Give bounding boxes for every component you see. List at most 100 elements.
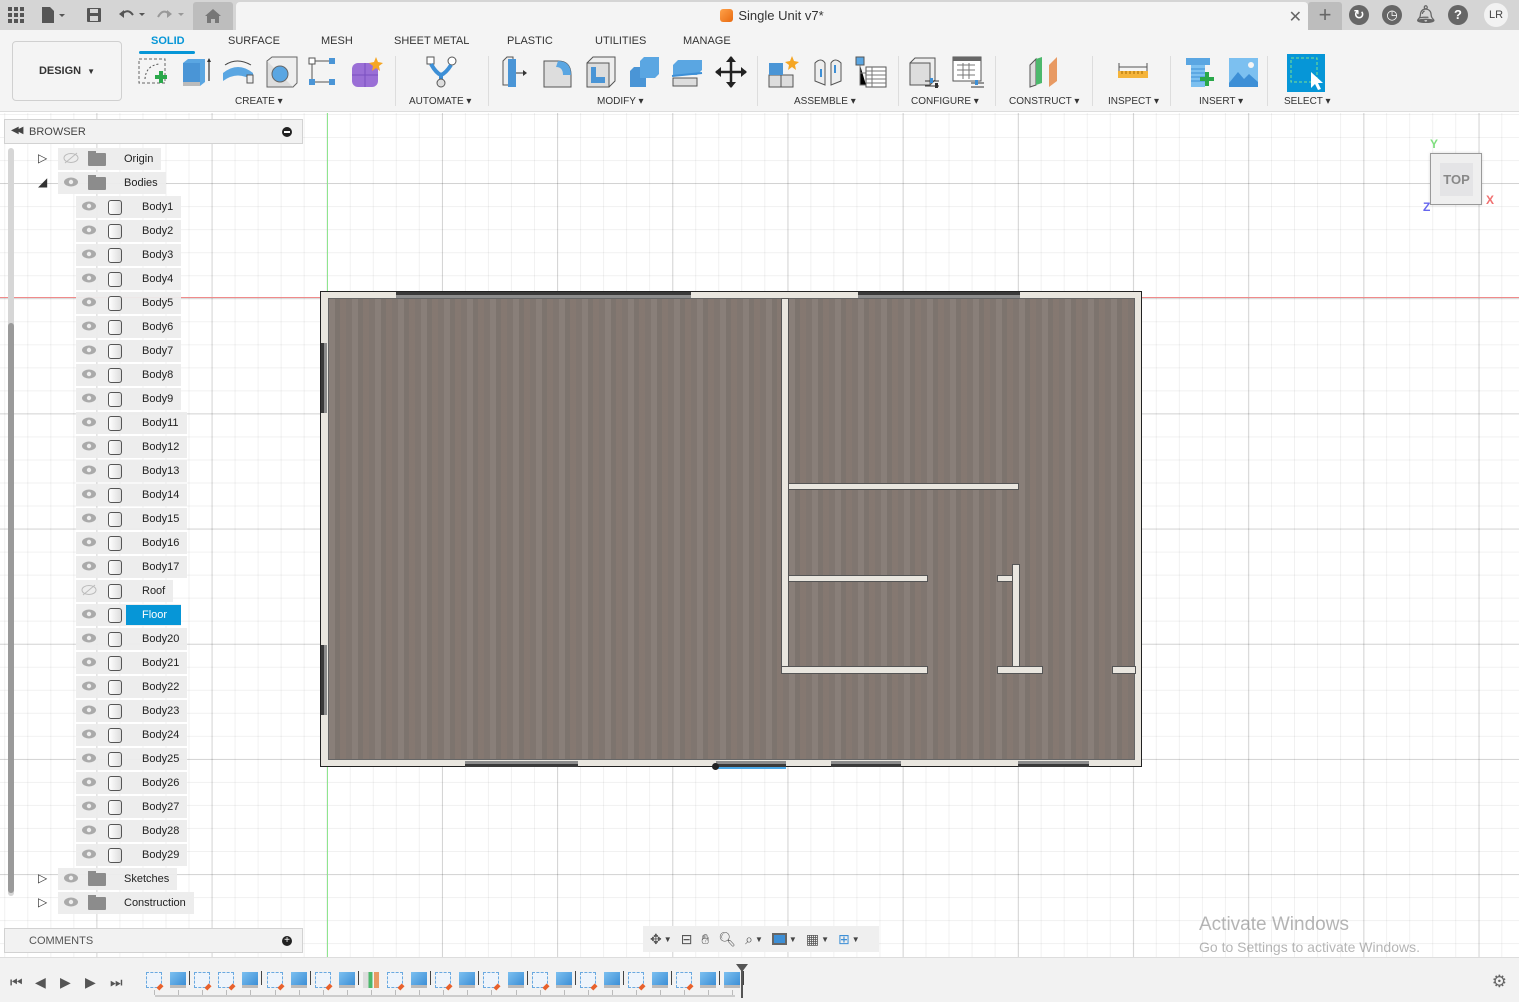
browser-body-body12[interactable]: Body12 [76, 436, 188, 458]
workspace-switcher[interactable]: DESIGN ▼ [12, 41, 122, 101]
scrollbar-thumb[interactable] [8, 323, 14, 893]
visibility-eye-icon[interactable] [80, 825, 98, 838]
extrude-icon[interactable] [180, 55, 214, 89]
save-button[interactable] [86, 4, 102, 26]
timeline-feature-sketch[interactable] [579, 972, 596, 988]
visibility-eye-icon[interactable] [80, 249, 98, 262]
step-back-button[interactable]: ◀︎ [35, 974, 46, 991]
floor-plan-model[interactable] [320, 291, 1142, 769]
pattern-icon[interactable] [306, 55, 340, 89]
timeline-feature-sketch[interactable] [387, 972, 403, 988]
automate-icon[interactable] [424, 55, 458, 89]
select-button[interactable] [1287, 54, 1325, 92]
browser-body-body29[interactable]: Body29 [76, 844, 188, 866]
browser-folder-origin[interactable]: Origin [58, 148, 162, 170]
joint-icon[interactable] [811, 55, 845, 89]
tab-solid[interactable]: SOLID [151, 35, 185, 47]
visibility-eye-icon[interactable] [80, 729, 98, 742]
bill-of-materials-icon[interactable] [854, 55, 888, 89]
visibility-eye-icon[interactable] [80, 657, 98, 670]
inspect-menu[interactable]: INSPECT ▾ [1108, 96, 1159, 107]
visibility-eye-icon[interactable] [80, 801, 98, 814]
new-tab-button[interactable]: + [1308, 2, 1342, 30]
browser-body-body1[interactable]: Body1 [76, 196, 182, 218]
window-top-2[interactable] [858, 292, 1020, 298]
window-bottom-2[interactable] [716, 761, 786, 769]
browser-body-body24[interactable]: Body24 [76, 724, 188, 746]
viewcube-face-top[interactable]: TOP [1440, 163, 1473, 196]
grid-settings-button[interactable]: ▦ ▼ [803, 929, 832, 949]
fit-button[interactable]: ⌕ ▼ [742, 929, 766, 949]
go-to-start-button[interactable]: ⏮︎ [10, 974, 23, 991]
browser-folder-construction[interactable]: Construction [58, 892, 194, 914]
timeline-feature-sketch[interactable] [218, 972, 235, 988]
expand-arrow-icon[interactable]: ▷ [38, 871, 47, 885]
hidden-eye-icon[interactable] [62, 152, 80, 167]
browser-folder-sketches[interactable]: Sketches [58, 868, 178, 890]
modify-menu[interactable]: MODIFY ▾ [597, 96, 644, 107]
construct-menu[interactable]: CONSTRUCT ▾ [1009, 96, 1079, 107]
visibility-eye-icon[interactable] [80, 297, 98, 310]
expand-arrow-icon[interactable]: ▷ [38, 895, 47, 909]
visibility-eye-icon[interactable] [80, 705, 98, 718]
browser-body-body26[interactable]: Body26 [76, 772, 188, 794]
window-bottom-3[interactable] [831, 761, 901, 767]
visibility-eye-icon[interactable] [80, 321, 98, 334]
viewcube[interactable]: TOP [1430, 153, 1482, 205]
insert-canvas-icon[interactable] [1227, 55, 1261, 89]
configuration-table-icon[interactable] [951, 55, 985, 89]
timeline-feature-extrude[interactable] [459, 971, 480, 988]
timeline-feature-sketch[interactable] [628, 972, 644, 988]
fillet-icon[interactable] [541, 55, 575, 89]
undo-button[interactable] [118, 4, 148, 26]
create-form-icon[interactable] [350, 55, 384, 89]
configure-menu[interactable]: CONFIGURE ▾ [911, 96, 979, 107]
browser-body-body2[interactable]: Body2 [76, 220, 182, 242]
browser-body-body8[interactable]: Body8 [76, 364, 182, 386]
visibility-eye-icon[interactable] [80, 681, 98, 694]
timeline-feature-sketch[interactable] [435, 972, 452, 988]
minimize-browser-icon[interactable] [282, 127, 292, 137]
sketch-point[interactable] [712, 763, 719, 770]
collapse-arrow-icon[interactable]: ◢ [38, 175, 47, 189]
timeline-feature-extrude[interactable] [290, 971, 311, 988]
interior-wall-closet-base[interactable] [997, 666, 1043, 674]
timeline-feature-extrude[interactable] [242, 971, 263, 988]
browser-body-body7[interactable]: Body7 [76, 340, 182, 362]
browser-body-body17[interactable]: Body17 [76, 556, 188, 578]
visibility-eye-icon[interactable] [62, 873, 80, 886]
timeline-feature-sketch[interactable] [266, 972, 283, 988]
browser-body-body4[interactable]: Body4 [76, 268, 182, 290]
extensions-icon[interactable]: ↻ [1349, 5, 1369, 25]
close-tab-icon[interactable]: ✕ [1289, 7, 1302, 27]
orbit-button[interactable]: ✥ ▼ [647, 929, 675, 949]
browser-body-body23[interactable]: Body23 [76, 700, 188, 722]
hole-icon[interactable] [265, 55, 299, 89]
browser-scrollbar[interactable] [8, 148, 14, 896]
visibility-eye-icon[interactable] [80, 561, 98, 574]
browser-body-body28[interactable]: Body28 [76, 820, 188, 842]
browser-body-body13[interactable]: Body13 [76, 460, 188, 482]
visibility-eye-icon[interactable] [80, 225, 98, 238]
browser-body-body15[interactable]: Body15 [76, 508, 188, 530]
job-status-icon[interactable]: ◷ [1382, 5, 1402, 25]
timeline-feature-sketch[interactable] [531, 972, 548, 988]
tab-plastic[interactable]: PLASTIC [507, 35, 553, 47]
select-menu[interactable]: SELECT ▾ [1284, 96, 1331, 107]
tab-surface[interactable]: SURFACE [228, 35, 280, 47]
3d-viewport[interactable]: TOP Y X Z Activate Windows Go to Setting… [0, 113, 1519, 957]
create-menu[interactable]: CREATE ▾ [235, 96, 283, 107]
timeline-feature-extrude[interactable] [507, 971, 528, 988]
visibility-eye-icon[interactable] [80, 513, 98, 526]
timeline-feature-extrude[interactable] [700, 971, 721, 988]
look-at-button[interactable]: ⊟ [678, 929, 696, 949]
pan-button[interactable]: ✋︎ [698, 929, 712, 949]
user-avatar[interactable]: LR [1484, 3, 1508, 27]
timeline-feature-sketch[interactable] [314, 972, 331, 988]
window-top-1[interactable] [396, 292, 691, 298]
browser-body-floor[interactable]: Floor [76, 604, 182, 626]
window-left-1[interactable] [321, 343, 327, 413]
browser-body-body16[interactable]: Body16 [76, 532, 188, 554]
timeline-feature-extrude[interactable] [338, 971, 359, 988]
timeline-feature-extrude[interactable] [652, 971, 673, 988]
